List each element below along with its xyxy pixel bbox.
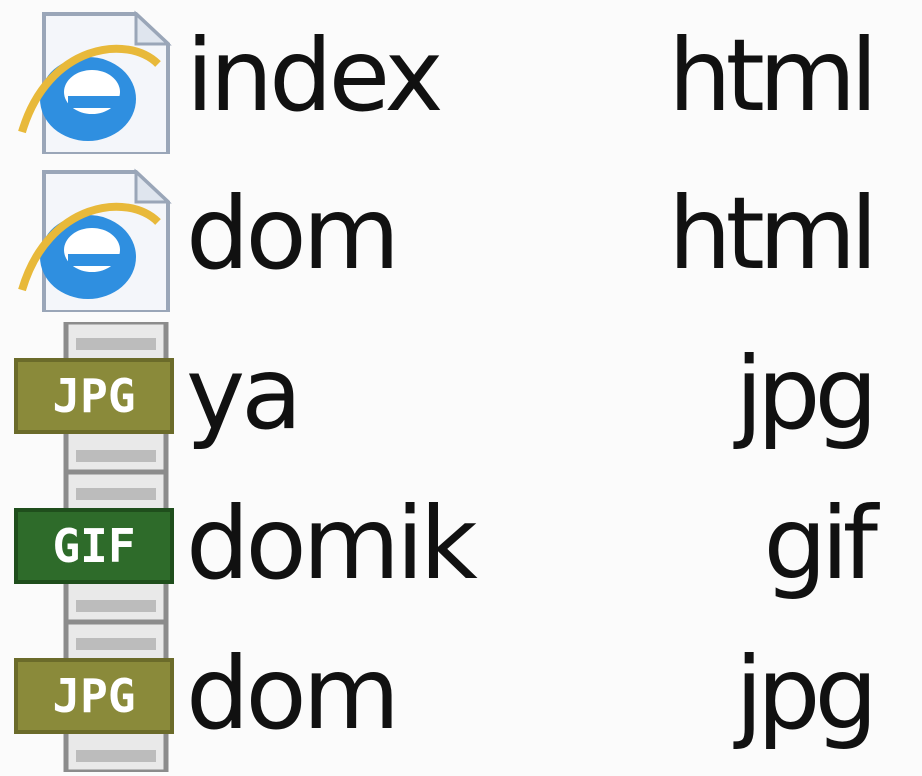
file-list: index html dom html JPG ya jpg GIF domik… (0, 0, 922, 776)
file-name[interactable]: dom (186, 174, 400, 294)
file-name[interactable]: domik (186, 484, 478, 604)
file-extension: jpg (735, 635, 878, 752)
file-extension: html (668, 175, 878, 292)
file-row-index-html[interactable]: index html (0, 4, 922, 154)
file-name[interactable]: index (186, 16, 444, 136)
jpg-icon: JPG (8, 622, 178, 772)
file-name[interactable]: ya (186, 334, 302, 454)
ie-html-icon (8, 162, 178, 312)
ie-html-icon (8, 4, 178, 154)
jpg-icon-label: JPG (52, 369, 135, 423)
file-name[interactable]: dom (186, 634, 400, 754)
file-row-domik-gif[interactable]: GIF domik gif (0, 472, 922, 622)
file-row-ya-jpg[interactable]: JPG ya jpg (0, 322, 922, 472)
file-extension: jpg (735, 335, 878, 452)
gif-icon: GIF (8, 472, 178, 622)
file-extension: html (668, 17, 878, 134)
jpg-icon: JPG (8, 322, 178, 472)
file-extension: gif (763, 485, 878, 602)
file-row-dom-html[interactable]: dom html (0, 162, 922, 312)
gif-icon-label: GIF (52, 519, 135, 573)
jpg-icon-label: JPG (52, 669, 135, 723)
file-row-dom-jpg[interactable]: JPG dom jpg (0, 622, 922, 772)
